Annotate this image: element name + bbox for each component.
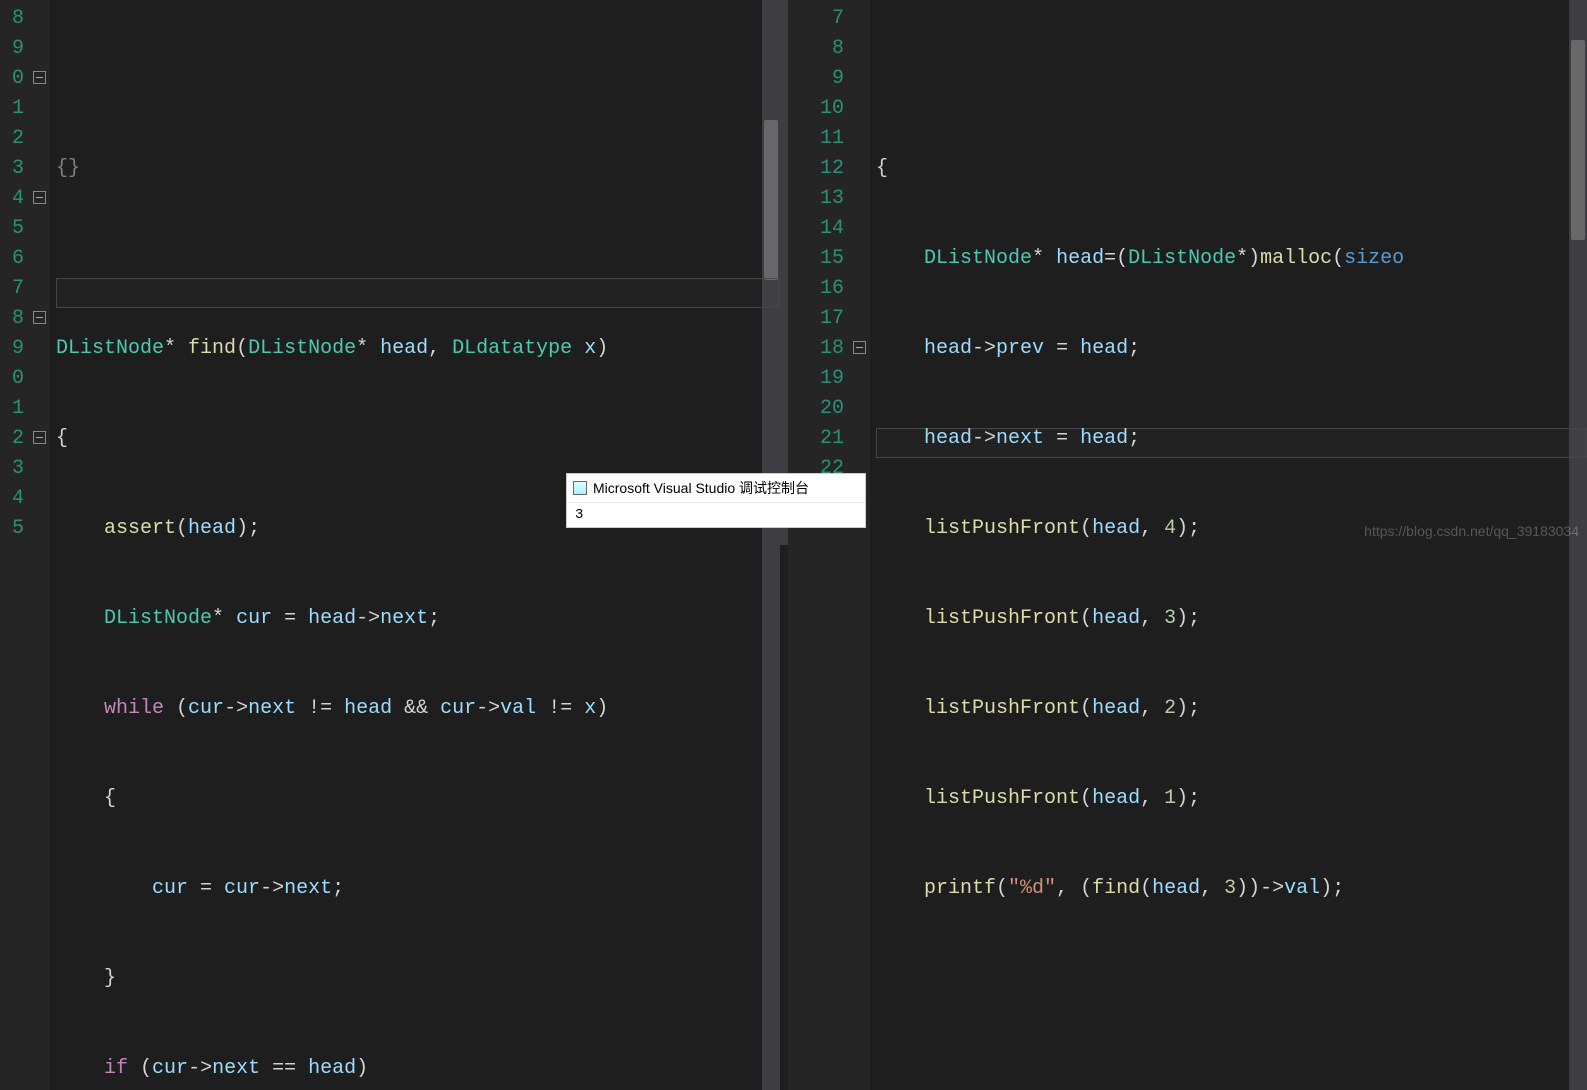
code-line: printf("%d", (find(head, 3))->val); <box>876 874 1587 904</box>
debug-console-window[interactable]: Microsoft Visual Studio 调试控制台 3 <box>566 473 866 528</box>
code-line: DListNode* cur = head->next; <box>56 604 780 634</box>
right-fold-column <box>850 0 870 1090</box>
code-line: head->prev = head; <box>876 334 1587 364</box>
code-line: { <box>56 784 780 814</box>
code-line <box>876 1054 1587 1084</box>
fold-icon[interactable] <box>33 71 46 84</box>
code-line: {} <box>56 154 780 184</box>
debug-console-title: Microsoft Visual Studio 调试控制台 <box>593 478 809 498</box>
code-line <box>56 244 780 274</box>
right-line-gutter: 7 8 9 10 11 12 13 14 15 16 17 18 19 20 2… <box>788 0 850 1090</box>
code-line: { <box>876 154 1587 184</box>
watermark: https://blog.csdn.net/qq_39183034 <box>1364 523 1579 539</box>
right-editor-pane: 7 8 9 10 11 12 13 14 15 16 17 18 19 20 2… <box>788 0 1587 545</box>
right-code[interactable]: { DListNode* head=(DListNode*)malloc(siz… <box>870 0 1587 1090</box>
fold-icon[interactable] <box>33 311 46 324</box>
scrollbar-thumb[interactable] <box>1571 40 1585 240</box>
left-line-gutter: 8 9 0 1 2 3 4 5 6 7 8 9 0 1 2 3 4 5 <box>0 0 30 1090</box>
fold-icon[interactable] <box>33 431 46 444</box>
right-code-area[interactable]: 7 8 9 10 11 12 13 14 15 16 17 18 19 20 2… <box>788 0 1587 1090</box>
current-line-highlight <box>56 278 780 308</box>
code-line: DListNode* find(DListNode* head, DLdatat… <box>56 334 780 364</box>
code-line: listPushFront(head, 2); <box>876 694 1587 724</box>
left-code[interactable]: {} DListNode* find(DListNode* head, DLda… <box>50 0 780 1090</box>
code-line: } <box>56 964 780 994</box>
console-icon <box>573 481 587 495</box>
code-line: cur = cur->next; <box>56 874 780 904</box>
pane-divider[interactable] <box>780 0 788 545</box>
code-line: if (cur->next == head) <box>56 1054 780 1084</box>
code-line: DListNode* head=(DListNode*)malloc(sizeo <box>876 244 1587 274</box>
fold-icon[interactable] <box>33 191 46 204</box>
code-line: while (cur->next != head && cur->val != … <box>56 694 780 724</box>
code-line: listPushFront(head, 3); <box>876 604 1587 634</box>
code-line: listPushFront(head, 1); <box>876 784 1587 814</box>
debug-console-output: 3 <box>567 503 865 527</box>
debug-console-titlebar[interactable]: Microsoft Visual Studio 调试控制台 <box>567 474 865 503</box>
left-code-area[interactable]: 8 9 0 1 2 3 4 5 6 7 8 9 0 1 2 3 4 5 <box>0 0 780 1090</box>
left-fold-column <box>30 0 50 1090</box>
fold-icon[interactable] <box>853 341 866 354</box>
code-line: head->next = head; <box>876 424 1587 454</box>
left-editor-pane: 8 9 0 1 2 3 4 5 6 7 8 9 0 1 2 3 4 5 <box>0 0 780 545</box>
code-line: { <box>56 424 780 454</box>
code-line <box>876 964 1587 994</box>
